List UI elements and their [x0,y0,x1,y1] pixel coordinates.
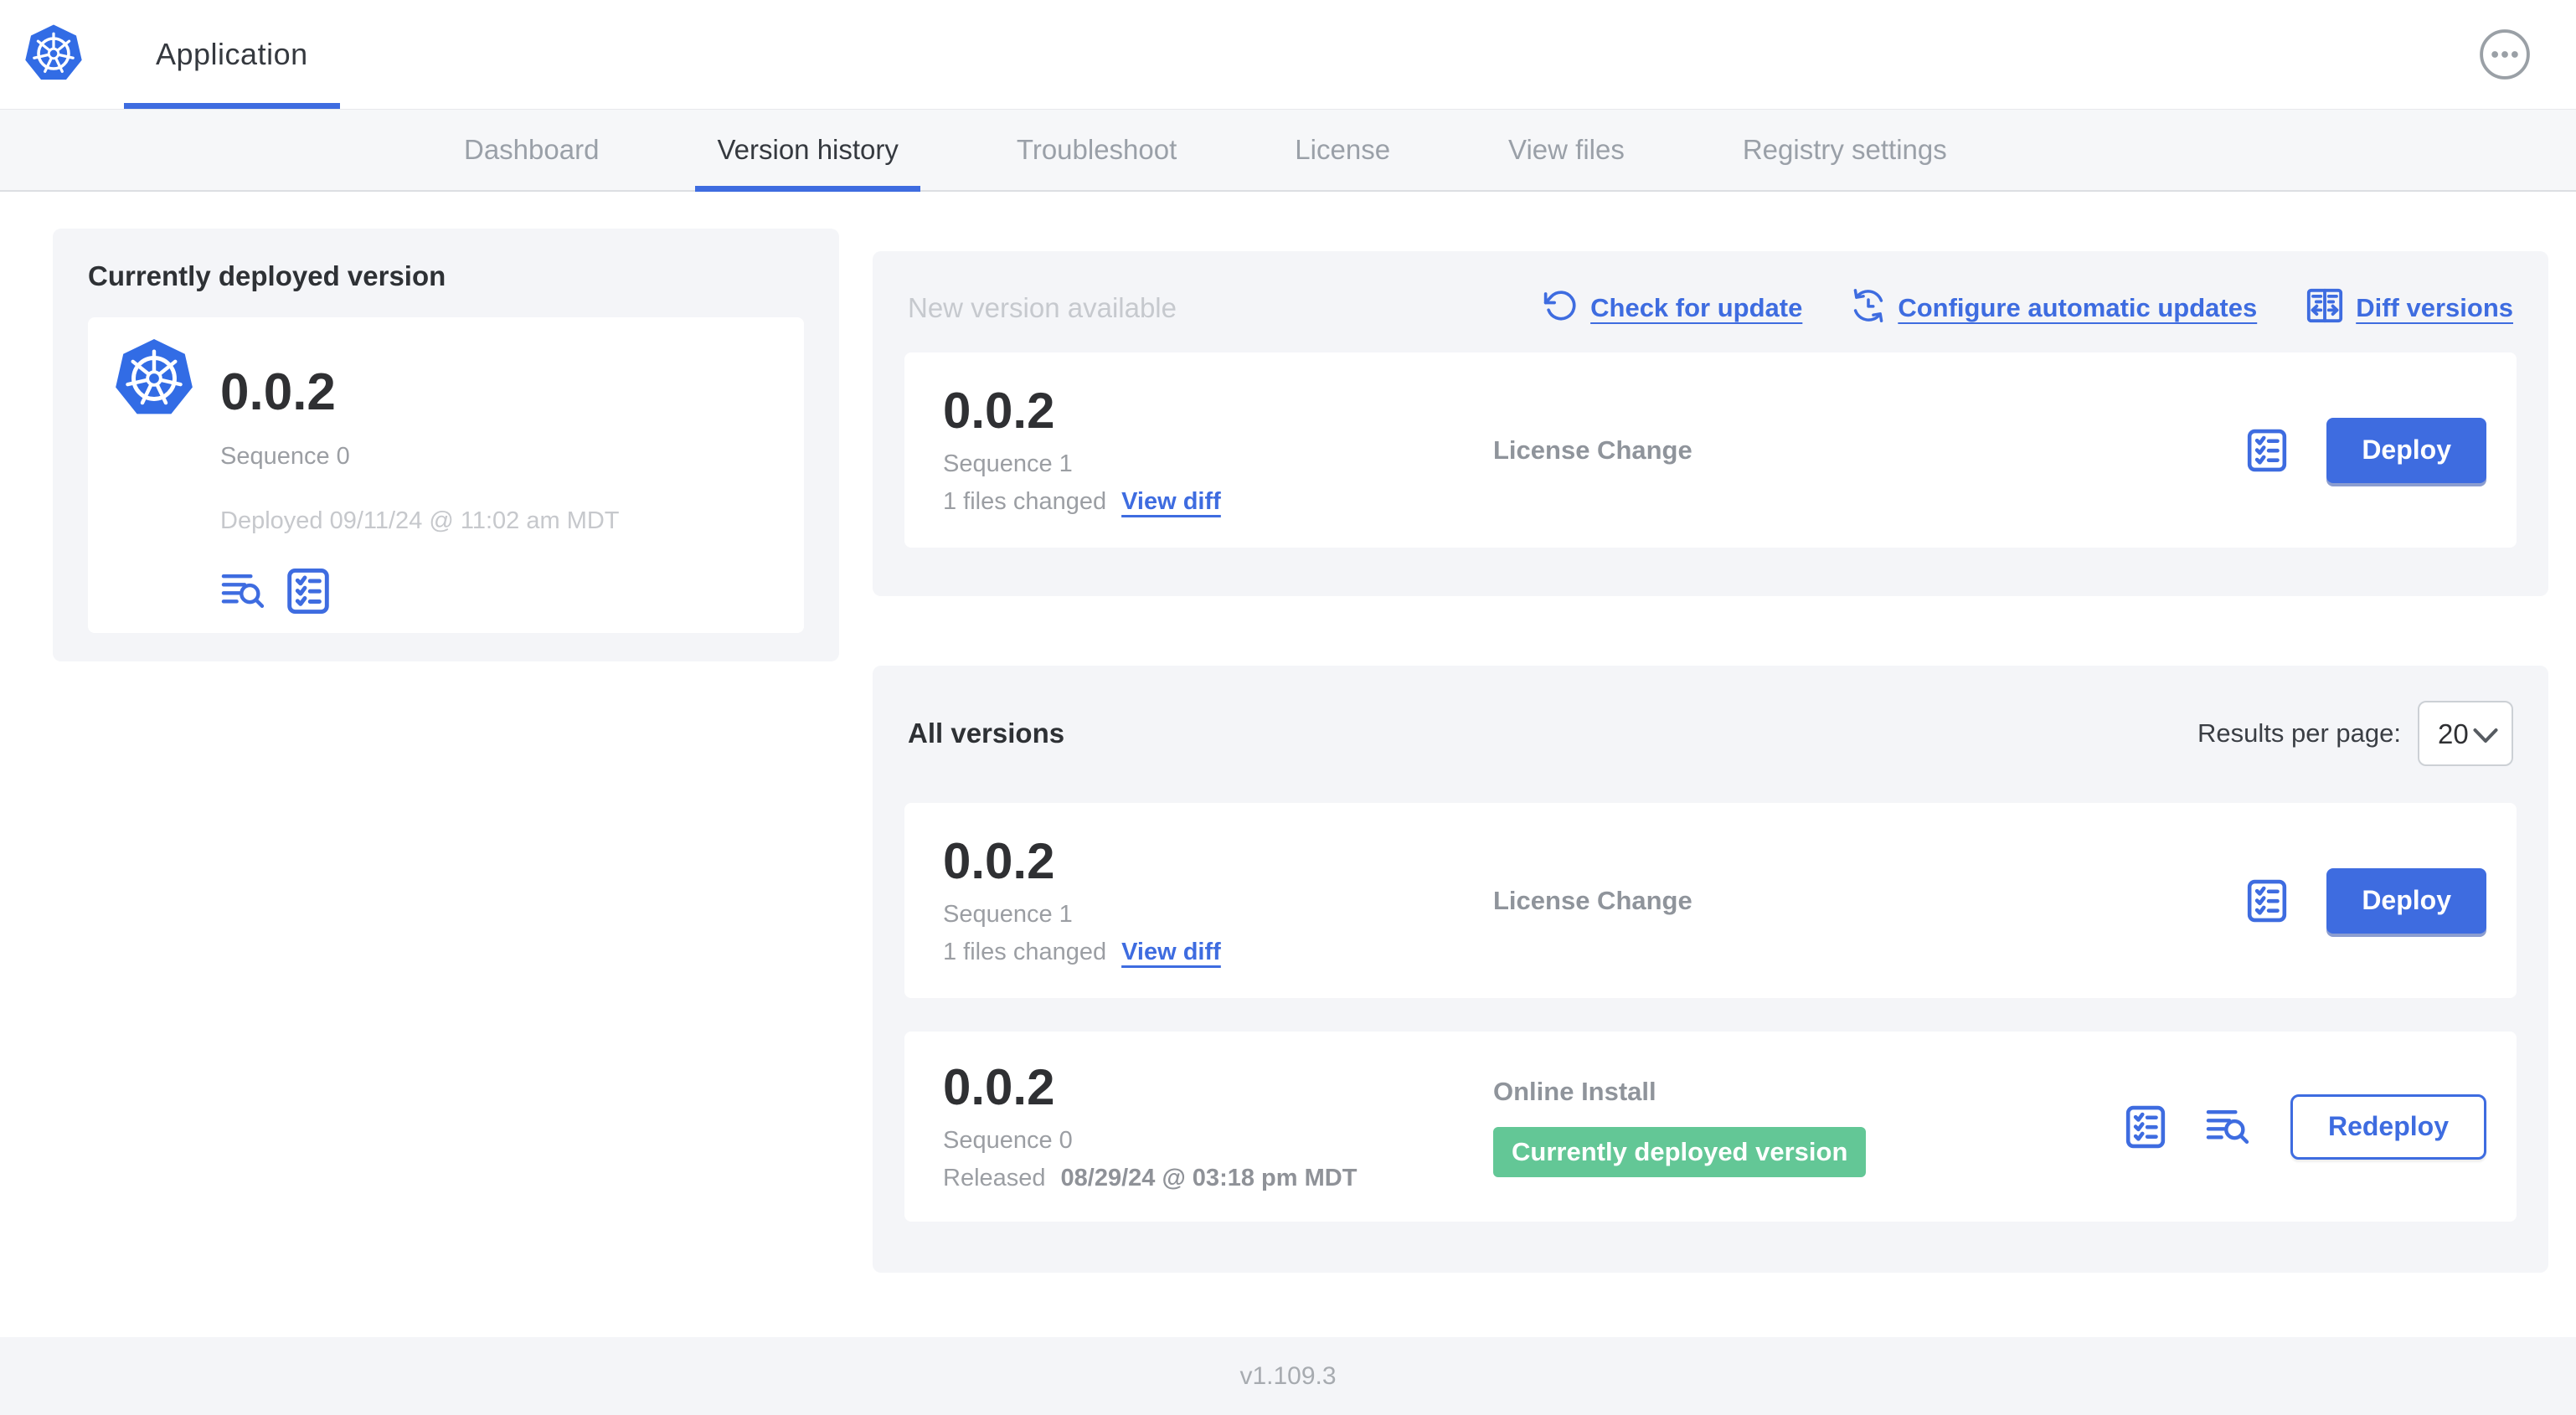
tab-view-files[interactable]: View files [1486,110,1646,190]
version-sequence: Sequence 1 [943,450,1073,477]
diff-versions-icon [2306,286,2344,329]
results-per-page-label: Results per page: [2197,718,2401,748]
version-number: 0.0.2 [943,833,1055,889]
released-label: Released [943,1165,1046,1191]
deployed-sequence: Sequence 0 [220,443,350,471]
new-version-title: New version available [908,291,1177,323]
view-diff-link[interactable]: View diff [1121,939,1221,966]
ellipsis-menu-icon[interactable] [2479,28,2531,80]
files-changed-text: 1 files changed [943,939,1107,965]
new-version-card: 0.0.2 Sequence 1 1 files changed View di… [904,352,2517,548]
version-row: 0.0.2 Sequence 0 Released 08/29/24 @ 03:… [904,1032,2517,1222]
new-version-panel: New version available Check for update C… [873,251,2548,596]
view-diff-link[interactable]: View diff [1121,488,1221,516]
view-logs-icon[interactable] [220,572,267,610]
redeploy-button[interactable]: Redeploy [2290,1093,2486,1160]
results-per-page-select[interactable]: 20 [2418,701,2513,766]
check-for-update-link[interactable]: Check for update [1543,288,1802,327]
preflight-checks-icon[interactable] [286,567,331,615]
application-tab-label: Application [156,37,308,71]
view-logs-icon[interactable] [2205,1108,2252,1146]
all-versions-panel: All versions Results per page: 20 0.0.2 … [873,666,2548,1273]
footer: v1.109.3 [0,1337,2576,1415]
version-sequence: Sequence 0 [943,1127,1073,1154]
released-timestamp: 08/29/24 @ 03:18 pm MDT [1060,1165,1358,1191]
configure-automatic-updates-link[interactable]: Configure automatic updates [1851,288,2257,327]
version-sequence: Sequence 1 [943,901,1073,928]
application-tab[interactable]: Application [124,0,340,109]
currently-deployed-title: Currently deployed version [88,260,446,291]
console-version: v1.109.3 [1239,1361,1337,1390]
version-source: License Change [1493,435,1692,465]
deployed-version-number: 0.0.2 [220,363,336,421]
currently-deployed-badge: Currently deployed version [1493,1126,1867,1177]
preflight-checks-icon[interactable] [2246,877,2288,924]
tab-troubleshoot[interactable]: Troubleshoot [995,110,1198,190]
currently-deployed-card: 0.0.2 Sequence 0 Deployed 09/11/24 @ 11:… [88,317,804,633]
diff-versions-link[interactable]: Diff versions [2306,286,2513,329]
active-app-tab-underline [124,103,340,109]
tab-version-history[interactable]: Version history [695,110,921,192]
deploy-button[interactable]: Deploy [2326,867,2486,934]
files-changed-text: 1 files changed [943,488,1107,515]
kubernetes-app-icon [113,337,195,613]
version-number: 0.0.2 [943,383,1055,439]
deploy-button[interactable]: Deploy [2326,417,2486,483]
kubernetes-logo [23,23,84,84]
refresh-icon [1543,288,1579,327]
tab-license[interactable]: License [1273,110,1412,190]
nav-tab-bar: Dashboard Version history Troubleshoot L… [0,109,2576,192]
version-row: 0.0.2 Sequence 1 1 files changed View di… [904,803,2517,998]
auto-update-schedule-icon [1851,288,1886,327]
currently-deployed-panel: Currently deployed version 0.0.2 Sequenc… [53,229,839,661]
preflight-checks-icon[interactable] [2125,1104,2166,1150]
version-number: 0.0.2 [943,1059,1055,1115]
all-versions-title: All versions [908,718,1065,749]
version-source: Online Install [1493,1076,1656,1106]
top-bar: Application [0,0,2576,109]
preflight-checks-icon[interactable] [2246,427,2288,474]
version-source: License Change [1493,885,1692,915]
tab-dashboard[interactable]: Dashboard [442,110,621,190]
deployed-timestamp: Deployed 09/11/24 @ 11:02 am MDT [220,507,620,535]
tab-registry-settings[interactable]: Registry settings [1721,110,1969,190]
